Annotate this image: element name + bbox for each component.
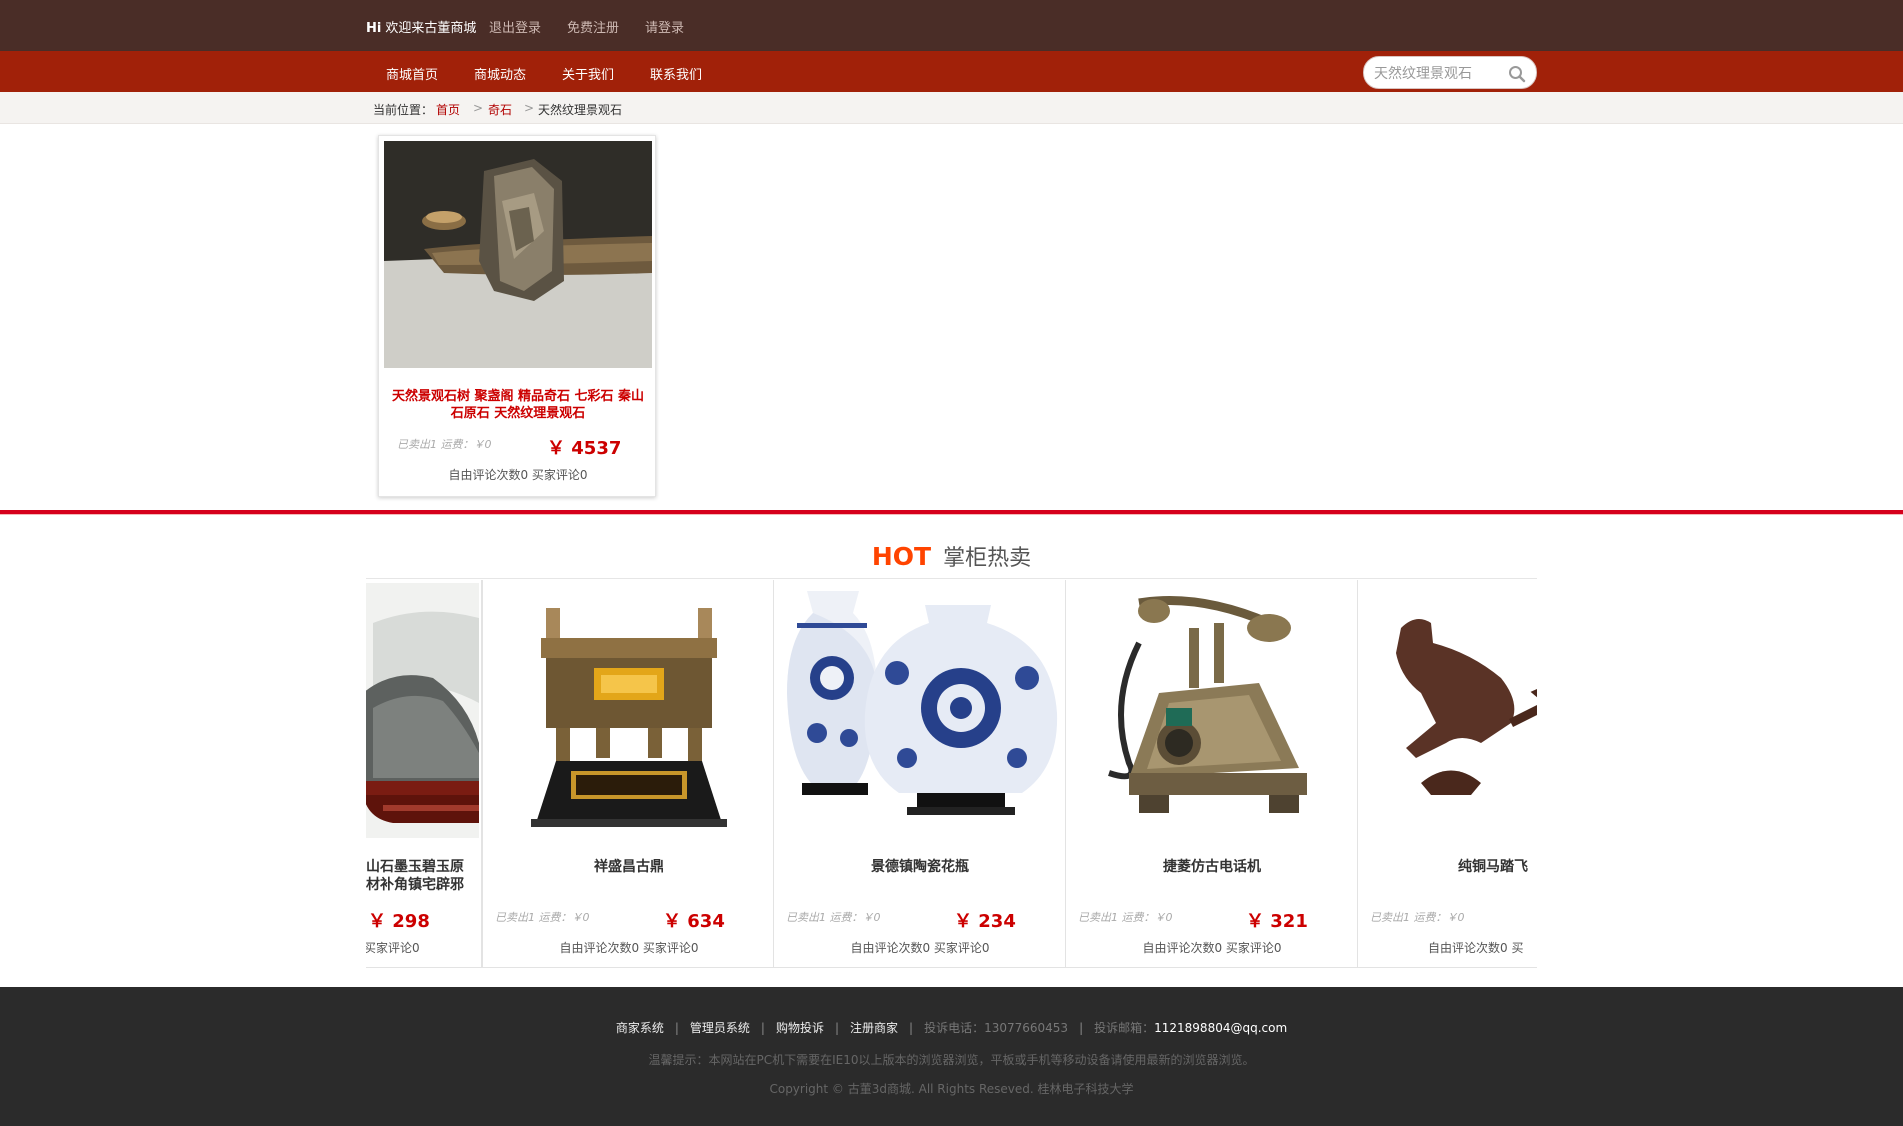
nav-about[interactable]: 关于我们	[562, 64, 614, 83]
product-card[interactable]: 天然景观石树 聚盏阁 精品奇石 七彩石 秦山石原石 天然纹理景观石 已卖出1 运…	[378, 135, 656, 497]
hot-item[interactable]: 祥盛昌古鼎 已卖出1 运费：￥0 ￥ 634 自由评论次数0 买家评论0	[482, 580, 774, 968]
product-price: ￥ 4537	[547, 438, 622, 459]
footer-link-admin-system[interactable]: 管理员系统	[690, 1021, 750, 1035]
hot-underline	[366, 578, 1537, 579]
footer-separator: |	[909, 1021, 914, 1035]
footer-separator: |	[1079, 1021, 1084, 1035]
hot-item-price: ￥ 298	[368, 911, 430, 932]
breadcrumb-prefix: 当前位置：	[373, 103, 434, 117]
hot-item-image[interactable]	[777, 583, 1063, 838]
hot-item-image[interactable]	[366, 583, 479, 838]
footer-phone: 投诉电话：13077660453	[924, 1021, 1069, 1035]
hot-item-meta: 已卖出1 运费：￥0	[495, 911, 590, 924]
hot-heading: HOT 掌柜热卖	[0, 540, 1903, 572]
footer-link-merchant-system[interactable]: 商家系统	[616, 1021, 664, 1035]
breadcrumb-separator: >	[524, 101, 535, 115]
footer-separator: |	[760, 1021, 765, 1035]
nav-home[interactable]: 商城首页	[386, 64, 438, 83]
hot-item-name[interactable]: 纯铜马踏飞	[1458, 858, 1537, 876]
footer: 商家系统 | 管理员系统 | 购物投诉 | 注册商家 | 投诉电话：13077660453 | 投诉…	[0, 987, 1903, 1126]
main-nav: 商城首页 商城动态 关于我们 联系我们	[0, 51, 1903, 92]
hot-item-price: ￥ 234	[954, 911, 1016, 932]
footer-tip: 温馨提示：本网站在PC机下需要在IE10以上版本的浏览器浏览，平板或手机等移动设…	[648, 1053, 1255, 1067]
welcome-label: 欢迎来古董商城	[385, 21, 477, 36]
search-icon[interactable]	[1508, 65, 1526, 83]
footer-email[interactable]: 1121898804@qq.com	[1154, 1021, 1287, 1035]
hot-item-meta: 已卖出1 运费：￥0	[786, 911, 881, 924]
hot-item[interactable]: 山石墨玉碧玉原 材补角镇宅辟邪 ￥ 298 买家评论0	[366, 580, 482, 968]
hot-keyword: HOT	[871, 542, 932, 571]
breadcrumb-separator: >	[473, 101, 484, 115]
login-link[interactable]: 请登录	[645, 17, 684, 36]
footer-link-complaint[interactable]: 购物投诉	[776, 1021, 824, 1035]
footer-email-label: 投诉邮箱：	[1094, 1021, 1155, 1035]
hot-item-meta: 已卖出1 运费：￥0	[1078, 911, 1173, 924]
footer-separator: |	[834, 1021, 840, 1035]
hot-item-image[interactable]	[1361, 583, 1537, 838]
search-input[interactable]	[1374, 63, 1502, 83]
top-bar: Hi 欢迎来古董商城 退出登录 免费注册 请登录	[0, 0, 1903, 51]
hot-item-comments: 自由评论次数0 买家评论0	[559, 941, 699, 955]
hi-text: Hi	[366, 21, 382, 36]
footer-link-register-merchant[interactable]: 注册商家	[850, 1021, 898, 1035]
welcome-text: Hi 欢迎来古董商城	[366, 17, 476, 36]
hot-item-name[interactable]: 祥盛昌古鼎	[493, 858, 765, 876]
hot-carousel[interactable]: 山石墨玉碧玉原 材补角镇宅辟邪 ￥ 298 买家评论0 祥盛昌古鼎 已卖出1 运…	[366, 580, 1537, 968]
product-name[interactable]: 天然景观石树 聚盏阁 精品奇石 七彩石 秦山石原石 天然纹理景观石	[389, 388, 647, 422]
hot-item-comments: 自由评论次数0 买家评论0	[1142, 941, 1282, 955]
breadcrumb-current: 天然纹理景观石	[538, 103, 623, 117]
footer-separator: |	[674, 1021, 679, 1035]
product-meta: 已卖出1 运费：￥0	[397, 438, 492, 451]
breadcrumb-home[interactable]: 首页	[436, 101, 460, 118]
section-divider-shadow	[0, 514, 1903, 515]
hot-item-comments: 买家评论0	[366, 941, 420, 955]
hot-item[interactable]: 捷菱仿古电话机 已卖出1 运费：￥0 ￥ 321 自由评论次数0 买家评论0	[1066, 580, 1358, 968]
hot-item-meta: 已卖出1 运费：￥0	[1370, 911, 1465, 924]
product-image[interactable]	[384, 141, 652, 368]
nav-contact[interactable]: 联系我们	[650, 64, 702, 83]
hot-item-comments: 自由评论次数0 买	[1428, 941, 1524, 955]
hot-title: 掌柜热卖	[943, 546, 1032, 571]
hot-item-image[interactable]	[1069, 583, 1355, 838]
hot-item-image[interactable]	[486, 583, 772, 838]
breadcrumb-category[interactable]: 奇石	[488, 101, 512, 118]
footer-copyright: Copyright © 古董3d商城. All Rights Reseved. …	[769, 1082, 1134, 1096]
register-link[interactable]: 免费注册	[567, 17, 619, 36]
hot-item-price: ￥ 321	[1246, 911, 1308, 932]
search-box	[1363, 56, 1537, 89]
product-comments: 自由评论次数0 买家评论0	[448, 468, 588, 482]
hot-item[interactable]: 纯铜马踏飞 已卖出1 运费：￥0 自由评论次数0 买	[1358, 580, 1537, 968]
hot-item-name[interactable]: 山石墨玉碧玉原 材补角镇宅辟邪	[366, 858, 486, 894]
logout-link[interactable]: 退出登录	[489, 17, 541, 36]
hot-item[interactable]: 景德镇陶瓷花瓶 已卖出1 运费：￥0 ￥ 234 自由评论次数0 买家评论0	[774, 580, 1066, 968]
hot-item-price: ￥ 634	[663, 911, 725, 932]
breadcrumb: 当前位置： 首页 > 奇石 > 天然纹理景观石	[0, 92, 1903, 124]
nav-news[interactable]: 商城动态	[474, 64, 526, 83]
hot-item-name[interactable]: 捷菱仿古电话机	[1076, 858, 1348, 876]
hot-item-name[interactable]: 景德镇陶瓷花瓶	[784, 858, 1056, 876]
footer-links: 商家系统 | 管理员系统 | 购物投诉 | 注册商家 | 投诉电话：13077660453 | 投诉…	[0, 1019, 1903, 1036]
hot-item-comments: 自由评论次数0 买家评论0	[850, 941, 990, 955]
